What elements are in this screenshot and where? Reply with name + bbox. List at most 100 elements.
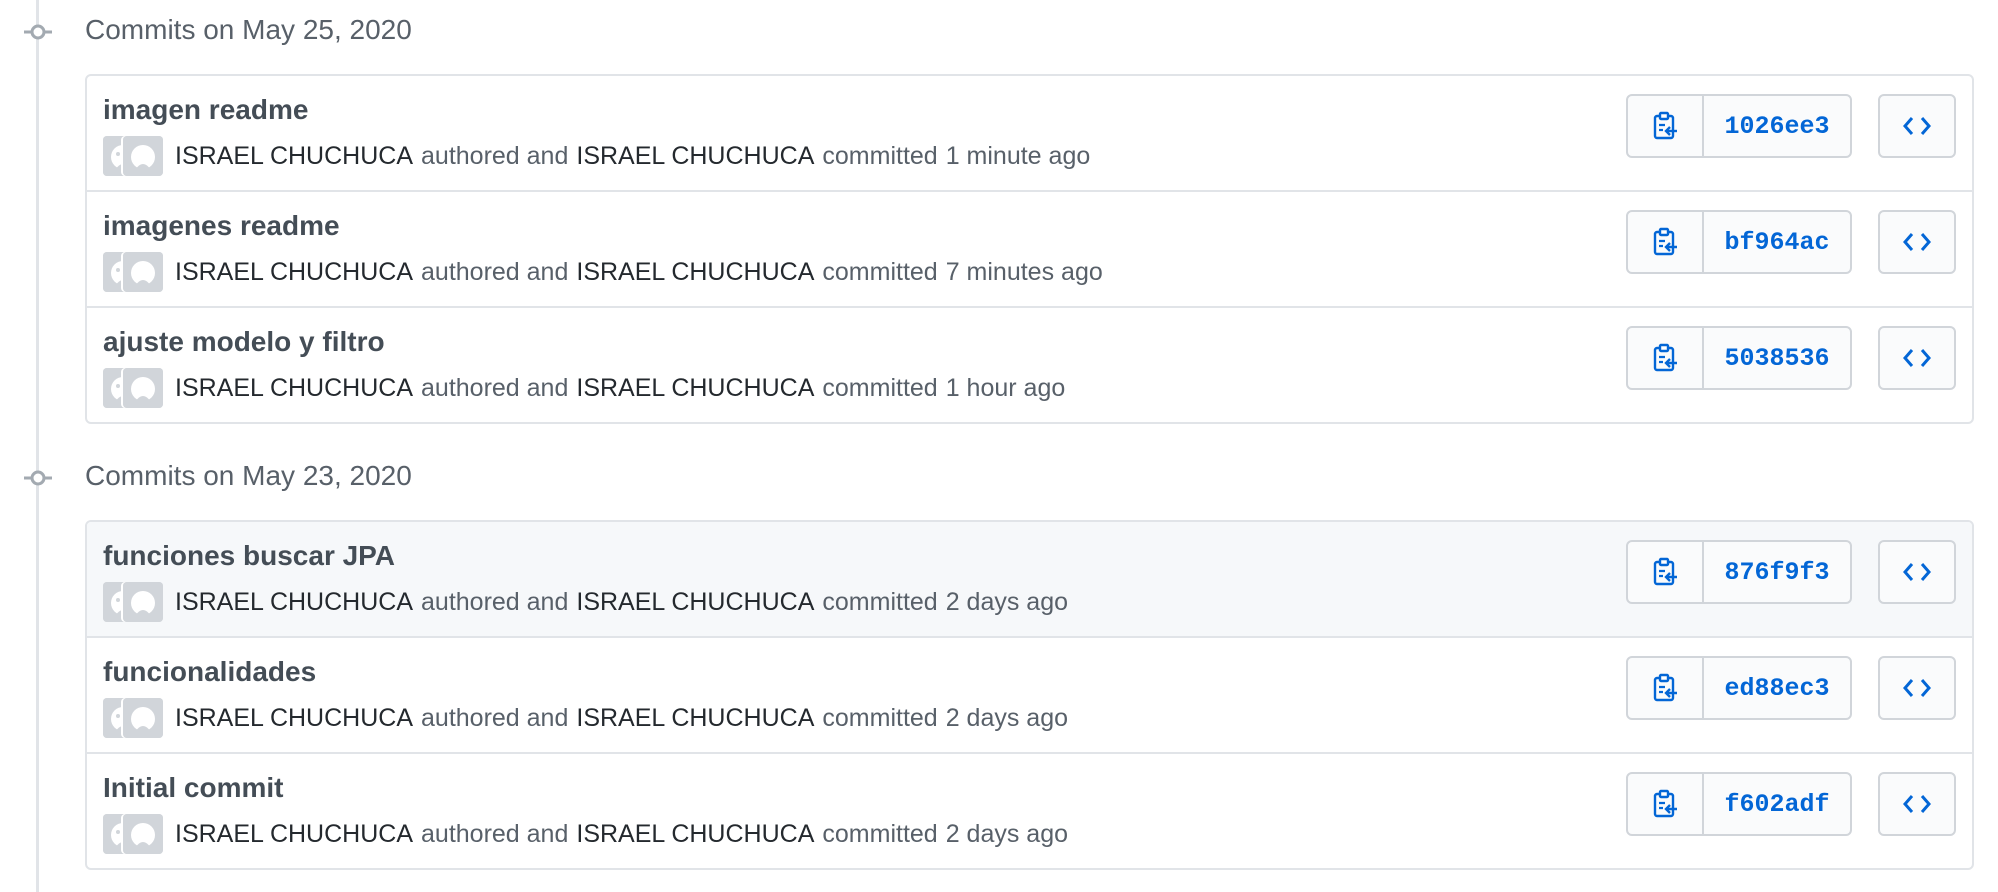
- commit-group-title: Commits on May 23, 2020: [85, 460, 412, 491]
- committer-avatar[interactable]: [123, 698, 163, 738]
- commit-meta: ISRAEL CHUCHUCA authored and ISRAEL CHUC…: [103, 252, 1103, 292]
- browse-repo-button[interactable]: [1878, 772, 1956, 836]
- committer-name-link[interactable]: ISRAEL CHUCHUCA: [576, 258, 814, 287]
- committed-text: committed: [822, 819, 938, 848]
- clipboard-icon: [1653, 557, 1677, 586]
- commit-list: funciones buscar JPA ISRAEL CHUCHUCA aut…: [85, 520, 1974, 870]
- commit-meta: ISRAEL CHUCHUCA authored and ISRAEL CHUC…: [103, 582, 1068, 622]
- author-name-link[interactable]: ISRAEL CHUCHUCA: [175, 374, 413, 403]
- avatar-stack: [103, 136, 163, 176]
- committed-text: committed: [822, 373, 938, 402]
- commit-message-link[interactable]: imagen readme: [103, 94, 308, 126]
- copy-sha-button[interactable]: [1628, 658, 1704, 718]
- committer-avatar[interactable]: [123, 582, 163, 622]
- commit-row: funcionalidades ISRAEL CHUCHUCA authored…: [87, 636, 1972, 752]
- code-icon: [1903, 795, 1931, 813]
- commit-time: 7 minutes ago: [945, 257, 1103, 286]
- copy-sha-button[interactable]: [1628, 212, 1704, 272]
- commit-time: 1 minute ago: [945, 141, 1091, 170]
- authored-text: authored and: [421, 257, 569, 286]
- commit-group-header: Commits on May 25, 2020: [0, 0, 1998, 64]
- committed-text: committed: [822, 257, 938, 286]
- clipboard-icon: [1653, 343, 1677, 372]
- committer-avatar[interactable]: [123, 368, 163, 408]
- code-icon: [1903, 349, 1931, 367]
- commit-row: funciones buscar JPA ISRAEL CHUCHUCA aut…: [87, 522, 1972, 636]
- copy-sha-button[interactable]: [1628, 542, 1704, 602]
- authored-text: authored and: [421, 819, 569, 848]
- commit-meta: ISRAEL CHUCHUCA authored and ISRAEL CHUC…: [103, 136, 1090, 176]
- authored-text: authored and: [421, 141, 569, 170]
- committer-name-link[interactable]: ISRAEL CHUCHUCA: [576, 142, 814, 171]
- commit-time: 2 days ago: [945, 819, 1069, 848]
- git-commit-icon: [24, 470, 52, 486]
- committer-name-link[interactable]: ISRAEL CHUCHUCA: [576, 704, 814, 733]
- browse-repo-button[interactable]: [1878, 94, 1956, 158]
- commit-group: Commits on May 23, 2020 funciones buscar…: [0, 446, 1998, 870]
- committer-name-link[interactable]: ISRAEL CHUCHUCA: [576, 820, 814, 849]
- author-name-link[interactable]: ISRAEL CHUCHUCA: [175, 142, 413, 171]
- browse-repo-button[interactable]: [1878, 656, 1956, 720]
- committed-text: committed: [822, 587, 938, 616]
- commit-message-link[interactable]: Initial commit: [103, 772, 283, 804]
- commit-time: 1 hour ago: [945, 373, 1066, 402]
- commit-row: imagenes readme ISRAEL CHUCHUCA authored…: [87, 190, 1972, 306]
- commit-sha-link[interactable]: bf964ac: [1704, 212, 1850, 272]
- code-icon: [1903, 233, 1931, 251]
- committer-name-link[interactable]: ISRAEL CHUCHUCA: [576, 588, 814, 617]
- sha-button-group: 876f9f3: [1626, 540, 1852, 604]
- commit-message-link[interactable]: imagenes readme: [103, 210, 340, 242]
- commit-message-link[interactable]: funciones buscar JPA: [103, 540, 395, 572]
- avatar-stack: [103, 252, 163, 292]
- committer-avatar[interactable]: [123, 814, 163, 854]
- commit-sha-link[interactable]: ed88ec3: [1704, 658, 1850, 718]
- sha-button-group: bf964ac: [1626, 210, 1852, 274]
- committed-text: committed: [822, 141, 938, 170]
- commit-sha-link[interactable]: f602adf: [1704, 774, 1850, 834]
- commit-list: imagen readme ISRAEL CHUCHUCA authored a…: [85, 74, 1974, 424]
- committer-avatar[interactable]: [123, 252, 163, 292]
- committer-avatar[interactable]: [123, 136, 163, 176]
- author-name-link[interactable]: ISRAEL CHUCHUCA: [175, 258, 413, 287]
- commit-meta: ISRAEL CHUCHUCA authored and ISRAEL CHUC…: [103, 698, 1068, 738]
- authored-text: authored and: [421, 373, 569, 402]
- avatar-stack: [103, 814, 163, 854]
- committer-name-link[interactable]: ISRAEL CHUCHUCA: [576, 374, 814, 403]
- browse-repo-button[interactable]: [1878, 326, 1956, 390]
- sha-button-group: 5038536: [1626, 326, 1852, 390]
- commit-group-title: Commits on May 25, 2020: [85, 14, 412, 45]
- commit-group: Commits on May 25, 2020 imagen readme IS…: [0, 0, 1998, 424]
- commit-group-header: Commits on May 23, 2020: [0, 446, 1998, 510]
- committed-text: committed: [822, 703, 938, 732]
- commit-message-link[interactable]: ajuste modelo y filtro: [103, 326, 385, 358]
- git-commit-icon: [24, 24, 52, 40]
- commit-row: imagen readme ISRAEL CHUCHUCA authored a…: [87, 76, 1972, 190]
- clipboard-icon: [1653, 227, 1677, 256]
- avatar-stack: [103, 582, 163, 622]
- code-icon: [1903, 563, 1931, 581]
- author-name-link[interactable]: ISRAEL CHUCHUCA: [175, 704, 413, 733]
- code-icon: [1903, 117, 1931, 135]
- browse-repo-button[interactable]: [1878, 540, 1956, 604]
- sha-button-group: f602adf: [1626, 772, 1852, 836]
- sha-button-group: ed88ec3: [1626, 656, 1852, 720]
- authored-text: authored and: [421, 587, 569, 616]
- commit-meta: ISRAEL CHUCHUCA authored and ISRAEL CHUC…: [103, 814, 1068, 854]
- copy-sha-button[interactable]: [1628, 774, 1704, 834]
- author-name-link[interactable]: ISRAEL CHUCHUCA: [175, 820, 413, 849]
- commit-meta: ISRAEL CHUCHUCA authored and ISRAEL CHUC…: [103, 368, 1065, 408]
- commit-sha-link[interactable]: 876f9f3: [1704, 542, 1850, 602]
- commit-time: 2 days ago: [945, 703, 1069, 732]
- commit-time: 2 days ago: [945, 587, 1069, 616]
- copy-sha-button[interactable]: [1628, 96, 1704, 156]
- author-name-link[interactable]: ISRAEL CHUCHUCA: [175, 588, 413, 617]
- clipboard-icon: [1653, 111, 1677, 140]
- sha-button-group: 1026ee3: [1626, 94, 1852, 158]
- commit-sha-link[interactable]: 1026ee3: [1704, 96, 1850, 156]
- authored-text: authored and: [421, 703, 569, 732]
- commit-message-link[interactable]: funcionalidades: [103, 656, 316, 688]
- copy-sha-button[interactable]: [1628, 328, 1704, 388]
- browse-repo-button[interactable]: [1878, 210, 1956, 274]
- commit-row: Initial commit ISRAEL CHUCHUCA authored …: [87, 752, 1972, 868]
- commit-sha-link[interactable]: 5038536: [1704, 328, 1850, 388]
